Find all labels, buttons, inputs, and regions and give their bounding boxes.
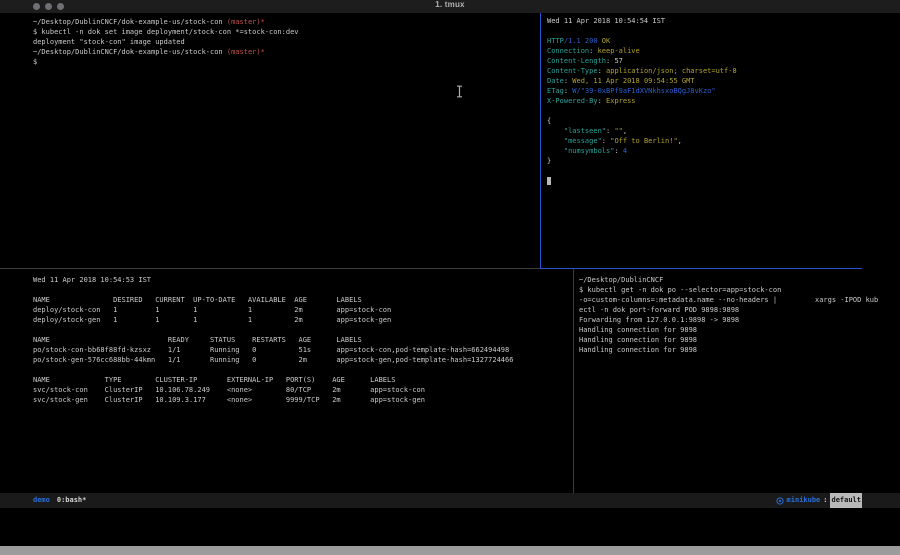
desktop-edge — [0, 546, 900, 555]
window-tab-bash[interactable]: 0:bash* — [57, 493, 87, 508]
window-titlebar[interactable]: 1. tmux — [0, 0, 900, 13]
pane-bottom-right-port-forward[interactable]: ~/Desktop/DublinCNCF$ kubectl get -n dok… — [575, 269, 900, 499]
kubernetes-wheel-icon — [776, 497, 784, 505]
terminal-window: 1. tmux ~/Desktop/DublinCNCF/dok-example… — [0, 0, 900, 555]
mouse-cursor-ibeam — [455, 83, 464, 96]
kube-separator: : — [823, 493, 827, 508]
kube-namespace: default — [830, 493, 862, 508]
pane-divider-vertical-top — [540, 13, 541, 268]
pane-divider-vertical-bottom — [573, 269, 574, 493]
terminal-area: ~/Desktop/DublinCNCF/dok-example-us/stoc… — [0, 13, 900, 493]
tmux-status-bar: demo 0:bash* minikube:default — [0, 493, 900, 508]
pane-top-left-shell[interactable]: ~/Desktop/DublinCNCF/dok-example-us/stoc… — [0, 13, 572, 272]
pane-divider-horizontal-right-active — [540, 268, 862, 269]
pane-divider-horizontal-left — [0, 268, 540, 269]
kube-context: minikube — [787, 493, 821, 508]
pane-bottom-left-kubectl-watch[interactable]: Wed 11 Apr 2018 10:54:53 ISTNAME DESIRED… — [0, 269, 605, 499]
pane-top-right-http-response[interactable]: Wed 11 Apr 2018 10:54:54 ISTHTTP/1.1 200… — [542, 13, 900, 271]
kube-status: minikube:default — [776, 493, 862, 508]
window-title: 1. tmux — [0, 0, 900, 9]
session-name: demo — [33, 493, 50, 508]
